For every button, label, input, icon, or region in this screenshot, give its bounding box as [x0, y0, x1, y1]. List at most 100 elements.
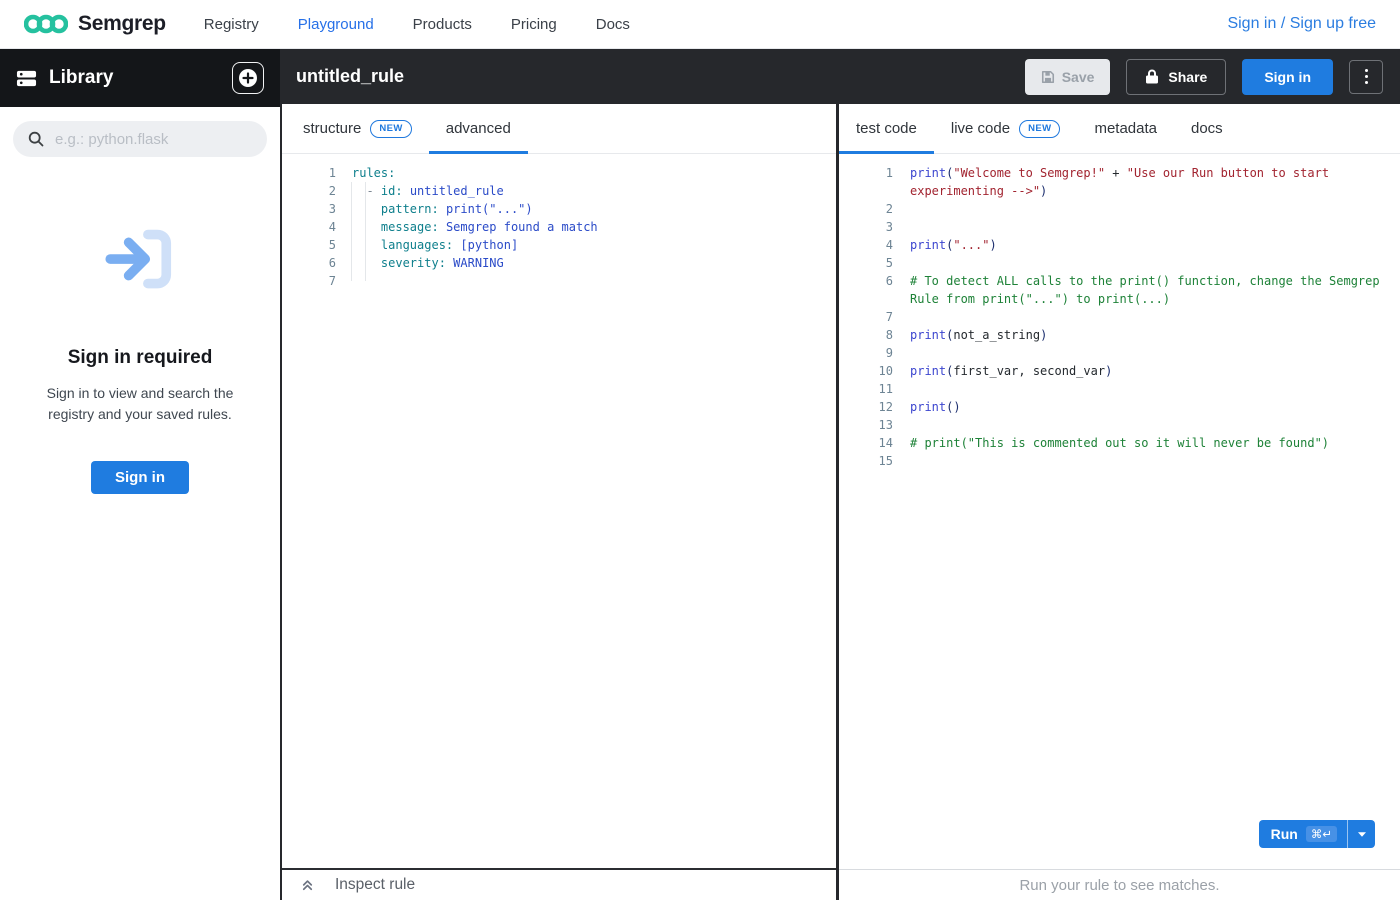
signin-signup-link[interactable]: Sign in / Sign up free: [1227, 15, 1376, 33]
code-line: 9: [839, 344, 1400, 362]
line-number: 15: [839, 452, 893, 470]
code-line: 7: [839, 308, 1400, 326]
code-line: 14# print("This is commented out so it w…: [839, 434, 1400, 452]
line-number: 9: [839, 344, 893, 362]
tab-metadata-label: metadata: [1094, 120, 1157, 137]
indent-guide: [351, 182, 352, 281]
library-sidebar: Library Sign in required Sign in: [0, 49, 280, 900]
nav-item-products[interactable]: Products: [413, 16, 472, 33]
code-line: 6# To detect ALL calls to the print() fu…: [839, 272, 1400, 308]
line-number: 4: [282, 218, 336, 236]
search-input[interactable]: [13, 121, 267, 157]
code-line: 8print(not_a_string): [839, 326, 1400, 344]
code-line: 3: [839, 218, 1400, 236]
signin-required-body: Sign in to view and search the registry …: [37, 383, 243, 425]
nav-items: Registry Playground Products Pricing Doc…: [204, 16, 630, 33]
tab-live-code-label: live code: [951, 120, 1010, 137]
sidebar-signin-button[interactable]: Sign in: [91, 461, 189, 494]
tab-docs[interactable]: docs: [1174, 104, 1240, 153]
plus-circle-icon: [238, 68, 258, 88]
rule-editor-pane: structure NEW advanced 1rules:2 - id: un…: [282, 104, 839, 900]
line-number: 1: [839, 164, 893, 200]
chevrons-up-icon: [300, 878, 315, 893]
line-number: 6: [839, 272, 893, 308]
code-line: 2: [839, 200, 1400, 218]
kebab-icon: [1365, 69, 1368, 72]
tab-structure[interactable]: structure NEW: [286, 104, 429, 153]
header-signin-button[interactable]: Sign in: [1242, 59, 1333, 95]
run-button[interactable]: Run ⌘↵: [1259, 820, 1347, 848]
share-button[interactable]: Share: [1126, 59, 1226, 95]
line-number: 5: [839, 254, 893, 272]
library-search: [13, 121, 267, 157]
save-label: Save: [1062, 69, 1095, 85]
tab-metadata[interactable]: metadata: [1077, 104, 1174, 153]
code-line: 5: [839, 254, 1400, 272]
rule-header: untitled_rule Save Share: [280, 49, 1400, 104]
code-line: 10print(first_var, second_var): [839, 362, 1400, 380]
matches-status-bar: Run your rule to see matches.: [839, 869, 1400, 900]
line-number: 1: [282, 164, 336, 182]
run-button-group: Run ⌘↵: [1259, 820, 1375, 848]
line-number: 13: [839, 416, 893, 434]
test-code-editor[interactable]: 1print("Welcome to Semgrep!" + "Use our …: [839, 154, 1400, 869]
run-label: Run: [1271, 826, 1298, 842]
code-line: 15: [839, 452, 1400, 470]
tab-test-code[interactable]: test code: [839, 104, 934, 153]
tab-advanced[interactable]: advanced: [429, 104, 528, 153]
inspect-rule-bar[interactable]: Inspect rule: [282, 868, 836, 900]
tab-test-code-label: test code: [856, 120, 917, 137]
tab-structure-label: structure: [303, 120, 361, 137]
nav-item-docs[interactable]: Docs: [596, 16, 630, 33]
brand-name: Semgrep: [78, 12, 166, 36]
more-options-button[interactable]: [1349, 60, 1383, 94]
run-shortcut-badge: ⌘↵: [1306, 826, 1337, 842]
line-number: 8: [839, 326, 893, 344]
line-number: 14: [839, 434, 893, 452]
indent-guide: [365, 182, 366, 281]
line-number: 11: [839, 380, 893, 398]
line-number: 2: [839, 200, 893, 218]
code-line: 1print("Welcome to Semgrep!" + "Use our …: [839, 164, 1400, 200]
semgrep-logo-icon: [24, 11, 68, 37]
line-number: 6: [282, 254, 336, 272]
line-number: 4: [839, 236, 893, 254]
signin-required-heading: Sign in required: [68, 347, 213, 369]
line-number: 12: [839, 398, 893, 416]
line-number: 3: [839, 218, 893, 236]
new-badge: NEW: [1019, 120, 1060, 138]
matches-status-text: Run your rule to see matches.: [1019, 877, 1219, 894]
line-number: 2: [282, 182, 336, 200]
run-dropdown-button[interactable]: [1348, 820, 1375, 848]
caret-down-icon: [1357, 831, 1367, 838]
nav-item-pricing[interactable]: Pricing: [511, 16, 557, 33]
playground-main: untitled_rule Save Share: [280, 49, 1400, 900]
new-badge: NEW: [370, 120, 411, 138]
inspect-rule-label: Inspect rule: [335, 876, 415, 894]
line-number: 7: [282, 272, 336, 290]
line-number: 3: [282, 200, 336, 218]
code-line: 11: [839, 380, 1400, 398]
semgrep-logo[interactable]: Semgrep: [24, 11, 166, 37]
library-stack-icon: [16, 68, 37, 89]
nav-item-registry[interactable]: Registry: [204, 16, 259, 33]
save-button[interactable]: Save: [1025, 59, 1111, 95]
tab-docs-label: docs: [1191, 120, 1223, 137]
search-icon: [28, 131, 44, 147]
code-line: 13: [839, 416, 1400, 434]
rule-title[interactable]: untitled_rule: [296, 66, 1025, 87]
code-line: 1rules:: [282, 164, 836, 182]
top-nav: Semgrep Registry Playground Products Pri…: [0, 0, 1400, 49]
login-icon: [98, 217, 182, 301]
rule-yaml-editor[interactable]: 1rules:2 - id: untitled_rule3 pattern: p…: [282, 154, 836, 868]
line-number: 10: [839, 362, 893, 380]
new-rule-button[interactable]: [232, 62, 264, 94]
signin-empty-state: Sign in required Sign in to view and sea…: [0, 217, 280, 494]
test-pane-tabs: test code live code NEW metadata docs: [839, 104, 1400, 154]
code-line: 4print("..."): [839, 236, 1400, 254]
library-title: Library: [49, 67, 220, 89]
tab-live-code[interactable]: live code NEW: [934, 104, 1078, 153]
line-number: 7: [839, 308, 893, 326]
library-header: Library: [0, 49, 280, 107]
nav-item-playground[interactable]: Playground: [298, 16, 374, 33]
